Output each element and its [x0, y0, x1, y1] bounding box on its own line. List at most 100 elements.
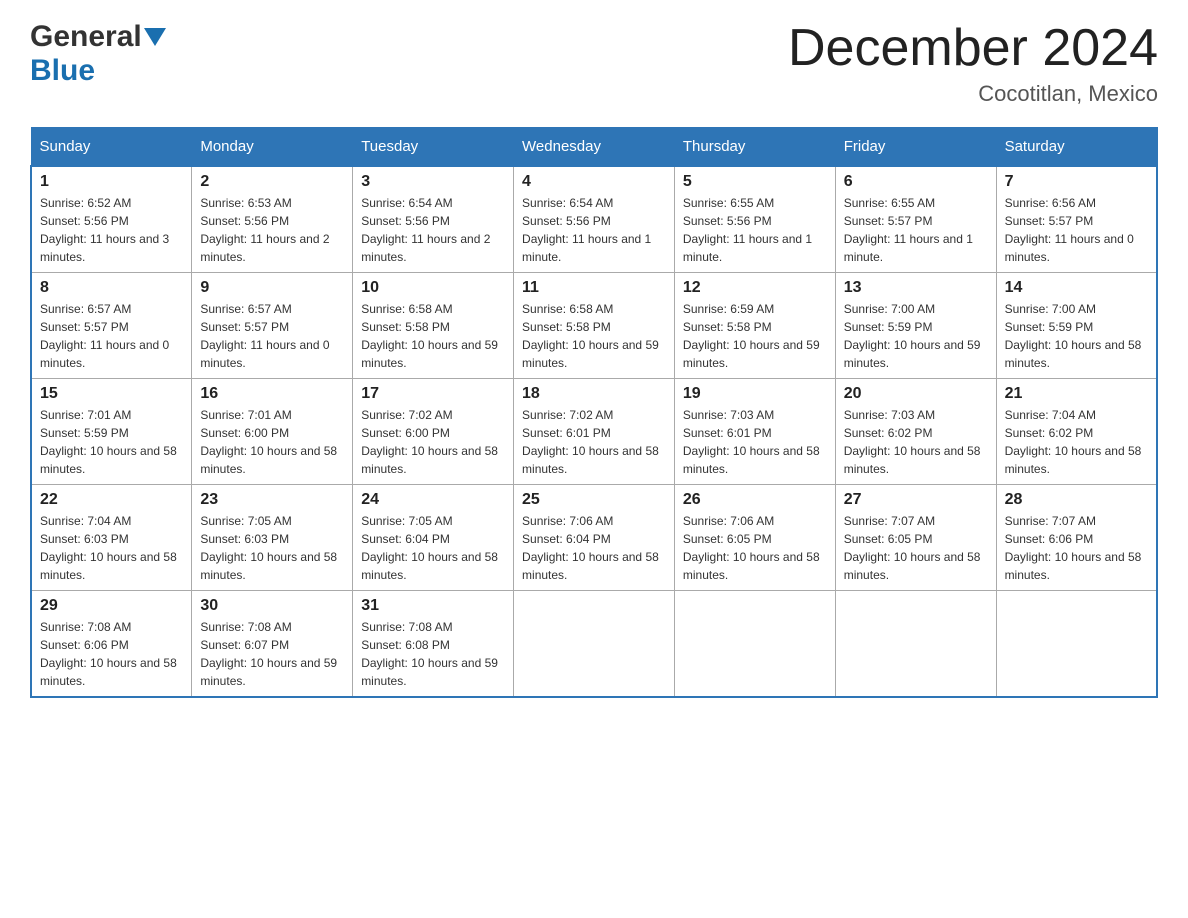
day-number: 13: [844, 279, 988, 297]
calendar-cell: [996, 591, 1157, 698]
day-number: 5: [683, 173, 827, 191]
day-number: 8: [40, 279, 183, 297]
day-number: 14: [1005, 279, 1148, 297]
logo-triangle-icon: [144, 28, 166, 46]
calendar-cell: 12 Sunrise: 6:59 AM Sunset: 5:58 PM Dayl…: [674, 273, 835, 379]
day-number: 9: [200, 279, 344, 297]
day-number: 21: [1005, 385, 1148, 403]
calendar-cell: 30 Sunrise: 7:08 AM Sunset: 6:07 PM Dayl…: [192, 591, 353, 698]
calendar-cell: 26 Sunrise: 7:06 AM Sunset: 6:05 PM Dayl…: [674, 485, 835, 591]
day-number: 25: [522, 491, 666, 509]
day-info: Sunrise: 6:58 AM Sunset: 5:58 PM Dayligh…: [361, 300, 505, 372]
day-info: Sunrise: 7:05 AM Sunset: 6:04 PM Dayligh…: [361, 512, 505, 584]
day-info: Sunrise: 6:54 AM Sunset: 5:56 PM Dayligh…: [522, 194, 666, 266]
day-info: Sunrise: 7:01 AM Sunset: 5:59 PM Dayligh…: [40, 406, 183, 478]
day-info: Sunrise: 6:57 AM Sunset: 5:57 PM Dayligh…: [200, 300, 344, 372]
day-info: Sunrise: 7:06 AM Sunset: 6:04 PM Dayligh…: [522, 512, 666, 584]
calendar-week-1: 1 Sunrise: 6:52 AM Sunset: 5:56 PM Dayli…: [31, 166, 1157, 273]
calendar-cell: 6 Sunrise: 6:55 AM Sunset: 5:57 PM Dayli…: [835, 166, 996, 273]
calendar-cell: 25 Sunrise: 7:06 AM Sunset: 6:04 PM Dayl…: [514, 485, 675, 591]
day-info: Sunrise: 7:03 AM Sunset: 6:02 PM Dayligh…: [844, 406, 988, 478]
calendar-cell: 4 Sunrise: 6:54 AM Sunset: 5:56 PM Dayli…: [514, 166, 675, 273]
calendar-cell: 13 Sunrise: 7:00 AM Sunset: 5:59 PM Dayl…: [835, 273, 996, 379]
calendar-body: 1 Sunrise: 6:52 AM Sunset: 5:56 PM Dayli…: [31, 166, 1157, 697]
month-title: December 2024: [788, 20, 1158, 77]
day-number: 11: [522, 279, 666, 297]
calendar-cell: 16 Sunrise: 7:01 AM Sunset: 6:00 PM Dayl…: [192, 379, 353, 485]
day-number: 2: [200, 173, 344, 191]
header-thursday: Thursday: [674, 128, 835, 167]
calendar-cell: 18 Sunrise: 7:02 AM Sunset: 6:01 PM Dayl…: [514, 379, 675, 485]
logo-blue: Blue: [30, 54, 95, 87]
day-number: 24: [361, 491, 505, 509]
header-saturday: Saturday: [996, 128, 1157, 167]
calendar-cell: 2 Sunrise: 6:53 AM Sunset: 5:56 PM Dayli…: [192, 166, 353, 273]
day-info: Sunrise: 6:59 AM Sunset: 5:58 PM Dayligh…: [683, 300, 827, 372]
day-info: Sunrise: 6:55 AM Sunset: 5:57 PM Dayligh…: [844, 194, 988, 266]
day-info: Sunrise: 6:58 AM Sunset: 5:58 PM Dayligh…: [522, 300, 666, 372]
day-info: Sunrise: 7:02 AM Sunset: 6:00 PM Dayligh…: [361, 406, 505, 478]
calendar-cell: 10 Sunrise: 6:58 AM Sunset: 5:58 PM Dayl…: [353, 273, 514, 379]
calendar-cell: 14 Sunrise: 7:00 AM Sunset: 5:59 PM Dayl…: [996, 273, 1157, 379]
logo: General Blue: [30, 20, 166, 88]
calendar-week-2: 8 Sunrise: 6:57 AM Sunset: 5:57 PM Dayli…: [31, 273, 1157, 379]
day-number: 19: [683, 385, 827, 403]
header-wednesday: Wednesday: [514, 128, 675, 167]
calendar-cell: [674, 591, 835, 698]
calendar-week-5: 29 Sunrise: 7:08 AM Sunset: 6:06 PM Dayl…: [31, 591, 1157, 698]
day-info: Sunrise: 7:08 AM Sunset: 6:06 PM Dayligh…: [40, 618, 183, 690]
calendar-header: Sunday Monday Tuesday Wednesday Thursday…: [31, 128, 1157, 167]
logo-general: General: [30, 20, 142, 54]
day-info: Sunrise: 7:08 AM Sunset: 6:08 PM Dayligh…: [361, 618, 505, 690]
calendar-cell: 28 Sunrise: 7:07 AM Sunset: 6:06 PM Dayl…: [996, 485, 1157, 591]
header-monday: Monday: [192, 128, 353, 167]
day-number: 22: [40, 491, 183, 509]
calendar-cell: [514, 591, 675, 698]
calendar-cell: 21 Sunrise: 7:04 AM Sunset: 6:02 PM Dayl…: [996, 379, 1157, 485]
calendar-cell: 11 Sunrise: 6:58 AM Sunset: 5:58 PM Dayl…: [514, 273, 675, 379]
day-info: Sunrise: 7:04 AM Sunset: 6:02 PM Dayligh…: [1005, 406, 1148, 478]
calendar-cell: 29 Sunrise: 7:08 AM Sunset: 6:06 PM Dayl…: [31, 591, 192, 698]
calendar-cell: 24 Sunrise: 7:05 AM Sunset: 6:04 PM Dayl…: [353, 485, 514, 591]
day-number: 4: [522, 173, 666, 191]
day-number: 16: [200, 385, 344, 403]
calendar-cell: 31 Sunrise: 7:08 AM Sunset: 6:08 PM Dayl…: [353, 591, 514, 698]
day-number: 28: [1005, 491, 1148, 509]
day-info: Sunrise: 7:00 AM Sunset: 5:59 PM Dayligh…: [844, 300, 988, 372]
calendar-cell: [835, 591, 996, 698]
calendar-cell: 23 Sunrise: 7:05 AM Sunset: 6:03 PM Dayl…: [192, 485, 353, 591]
calendar-cell: 9 Sunrise: 6:57 AM Sunset: 5:57 PM Dayli…: [192, 273, 353, 379]
calendar-cell: 5 Sunrise: 6:55 AM Sunset: 5:56 PM Dayli…: [674, 166, 835, 273]
day-number: 29: [40, 597, 183, 615]
header-tuesday: Tuesday: [353, 128, 514, 167]
day-info: Sunrise: 7:01 AM Sunset: 6:00 PM Dayligh…: [200, 406, 344, 478]
calendar-cell: 22 Sunrise: 7:04 AM Sunset: 6:03 PM Dayl…: [31, 485, 192, 591]
day-info: Sunrise: 7:03 AM Sunset: 6:01 PM Dayligh…: [683, 406, 827, 478]
day-info: Sunrise: 6:53 AM Sunset: 5:56 PM Dayligh…: [200, 194, 344, 266]
day-info: Sunrise: 6:54 AM Sunset: 5:56 PM Dayligh…: [361, 194, 505, 266]
day-info: Sunrise: 6:55 AM Sunset: 5:56 PM Dayligh…: [683, 194, 827, 266]
location: Cocotitlan, Mexico: [788, 81, 1158, 107]
calendar-table: Sunday Monday Tuesday Wednesday Thursday…: [30, 127, 1158, 698]
day-info: Sunrise: 7:07 AM Sunset: 6:06 PM Dayligh…: [1005, 512, 1148, 584]
day-info: Sunrise: 7:06 AM Sunset: 6:05 PM Dayligh…: [683, 512, 827, 584]
day-info: Sunrise: 7:07 AM Sunset: 6:05 PM Dayligh…: [844, 512, 988, 584]
day-number: 27: [844, 491, 988, 509]
calendar-week-4: 22 Sunrise: 7:04 AM Sunset: 6:03 PM Dayl…: [31, 485, 1157, 591]
day-info: Sunrise: 6:56 AM Sunset: 5:57 PM Dayligh…: [1005, 194, 1148, 266]
calendar-week-3: 15 Sunrise: 7:01 AM Sunset: 5:59 PM Dayl…: [31, 379, 1157, 485]
day-number: 6: [844, 173, 988, 191]
day-number: 1: [40, 173, 183, 191]
day-number: 12: [683, 279, 827, 297]
calendar-cell: 3 Sunrise: 6:54 AM Sunset: 5:56 PM Dayli…: [353, 166, 514, 273]
calendar-cell: 17 Sunrise: 7:02 AM Sunset: 6:00 PM Dayl…: [353, 379, 514, 485]
title-block: December 2024 Cocotitlan, Mexico: [788, 20, 1158, 107]
header-sunday: Sunday: [31, 128, 192, 167]
day-number: 3: [361, 173, 505, 191]
day-info: Sunrise: 7:02 AM Sunset: 6:01 PM Dayligh…: [522, 406, 666, 478]
day-info: Sunrise: 7:04 AM Sunset: 6:03 PM Dayligh…: [40, 512, 183, 584]
day-number: 17: [361, 385, 505, 403]
day-number: 26: [683, 491, 827, 509]
calendar-cell: 7 Sunrise: 6:56 AM Sunset: 5:57 PM Dayli…: [996, 166, 1157, 273]
day-number: 20: [844, 385, 988, 403]
